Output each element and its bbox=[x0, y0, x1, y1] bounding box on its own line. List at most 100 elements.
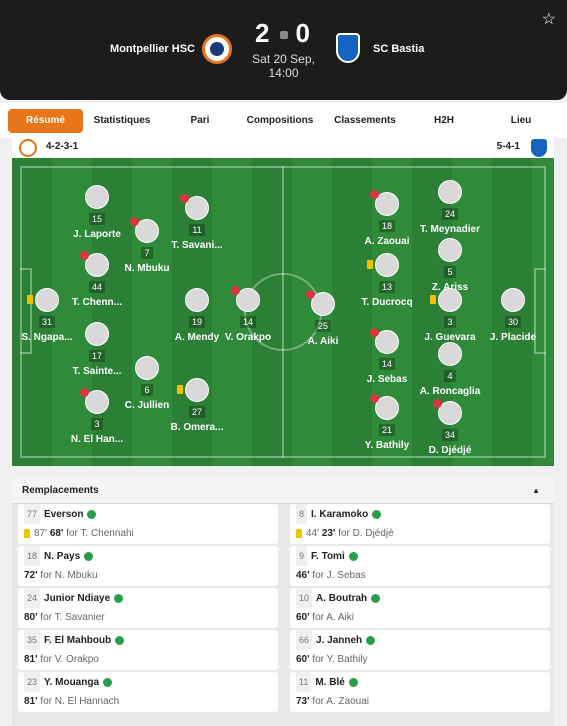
player-number: 14 bbox=[239, 316, 256, 328]
home-substitution[interactable]: 18 N. Pays 72' for N. Mbuku bbox=[18, 546, 278, 586]
score-separator bbox=[279, 31, 288, 40]
player-avatar bbox=[501, 288, 525, 312]
home-player[interactable]: 3 N. El Han... bbox=[57, 388, 137, 445]
player-avatar bbox=[438, 238, 462, 262]
player-avatar bbox=[438, 180, 462, 204]
sub-for-label: for bbox=[312, 696, 324, 707]
away-team-name[interactable]: SC Bastia bbox=[373, 43, 424, 55]
heart-icon bbox=[231, 286, 240, 295]
sub-number: 24 bbox=[24, 588, 41, 608]
sub-number: 35 bbox=[24, 630, 41, 650]
sub-player-out: A. Aiki bbox=[326, 612, 354, 623]
substitution-arrow-icon bbox=[103, 677, 113, 687]
yellow-card-icon bbox=[296, 528, 302, 538]
away-substitution[interactable]: 9 F. Tomi 46' for J. Sebas bbox=[290, 546, 550, 586]
sub-number: 77 bbox=[24, 504, 41, 524]
sub-player-in: I. Karamoko bbox=[311, 509, 369, 520]
player-avatar bbox=[80, 251, 109, 277]
away-player[interactable]: 34 D. Djédjé bbox=[410, 399, 490, 456]
player-number: 11 bbox=[189, 224, 205, 236]
sub-for-label: for bbox=[40, 654, 52, 665]
sub-for-label: for bbox=[66, 528, 78, 539]
substitution-arrow-icon bbox=[366, 635, 376, 645]
sub-minute: 60' bbox=[296, 612, 310, 623]
substitution-arrow-icon bbox=[114, 593, 124, 603]
sub-number: 18 bbox=[24, 546, 41, 566]
sub-player-out: T. Savanier bbox=[54, 612, 105, 623]
sub-player-out: A. Zaouai bbox=[326, 696, 370, 707]
home-player[interactable]: 27 B. Omera... bbox=[157, 378, 237, 433]
tab-lieu[interactable]: Lieu bbox=[486, 109, 556, 133]
sub-player-in: F. Tomi bbox=[311, 551, 345, 562]
player-number: 31 bbox=[38, 316, 55, 328]
sub-number: 9 bbox=[296, 546, 308, 566]
match-date: Sat 20 Sep, 14:00 bbox=[0, 52, 567, 80]
substitution-arrow-icon bbox=[84, 551, 94, 561]
away-substitution[interactable]: 10 A. Boutrah 60' for A. Aiki bbox=[290, 588, 550, 628]
player-avatar bbox=[433, 399, 462, 425]
match-tabs: Résumé Statistiques Pari Compositions Cl… bbox=[0, 103, 567, 138]
player-number: 14 bbox=[378, 358, 395, 370]
player-avatar bbox=[430, 288, 462, 312]
player-number: 17 bbox=[88, 350, 105, 362]
home-substitution[interactable]: 77 Everson 87' 68' for T. Chennahi bbox=[18, 504, 278, 544]
player-number: 15 bbox=[88, 213, 105, 225]
substitutions-header[interactable]: Remplacements ▲ bbox=[12, 478, 554, 504]
sub-minute: 81' bbox=[24, 654, 38, 665]
sub-number: 23 bbox=[24, 672, 41, 692]
substitution-arrow-icon bbox=[348, 677, 358, 687]
player-number: 24 bbox=[441, 208, 458, 220]
player-number: 25 bbox=[314, 320, 331, 332]
home-substitution[interactable]: 35 F. El Mahboub 81' for V. Orakpo bbox=[18, 630, 278, 670]
away-team-crest[interactable] bbox=[336, 33, 360, 63]
player-number: 30 bbox=[504, 316, 521, 328]
player-number: 13 bbox=[378, 281, 395, 293]
sub-for-label: for bbox=[312, 612, 324, 623]
away-team-crest-small bbox=[531, 139, 547, 157]
substitution-arrow-icon bbox=[372, 509, 382, 519]
home-substitution[interactable]: 23 Y. Mouanga 81' for N. El Hannach bbox=[18, 672, 278, 712]
away-substitution[interactable]: 66 J. Janneh 60' for Y. Bathily bbox=[290, 630, 550, 670]
player-number: 19 bbox=[188, 316, 205, 328]
sub-minute: 60' bbox=[296, 654, 310, 665]
match-header: ☆ Montpellier HSC 20 Sat 20 Sep, 14:00 S… bbox=[0, 0, 567, 100]
tab-statistiques[interactable]: Statistiques bbox=[86, 109, 158, 133]
heart-icon bbox=[370, 328, 379, 337]
heart-icon bbox=[80, 388, 89, 397]
home-player[interactable]: 14 V. Orakpo bbox=[208, 286, 288, 343]
sub-player-out: V. Orakpo bbox=[54, 654, 99, 665]
player-avatar bbox=[367, 253, 399, 277]
away-player[interactable]: 30 J. Placide bbox=[473, 288, 553, 343]
player-number: 44 bbox=[88, 281, 105, 293]
sub-card-minute: 87' bbox=[34, 528, 48, 539]
home-substitution[interactable]: 24 Junior Ndiaye 80' for T. Savanier bbox=[18, 588, 278, 628]
away-substitution[interactable]: 11 M. Blé 73' for A. Zaouai bbox=[290, 672, 550, 712]
home-team-crest-small bbox=[19, 139, 37, 157]
sub-player-in: M. Blé bbox=[315, 677, 345, 688]
away-player[interactable]: 4 A. Roncaglia bbox=[410, 342, 490, 397]
tab-compositions[interactable]: Compositions bbox=[242, 109, 318, 133]
substitution-arrow-icon bbox=[371, 593, 381, 603]
formation-bar: 4-2-3-1 5-4-1 bbox=[12, 138, 554, 158]
heart-icon bbox=[180, 194, 189, 203]
player-number: 7 bbox=[141, 247, 153, 259]
player-number: 21 bbox=[378, 424, 395, 436]
tab-classements[interactable]: Classements bbox=[326, 109, 404, 133]
player-avatar bbox=[185, 288, 209, 312]
tab-resume[interactable]: Résumé bbox=[8, 109, 83, 133]
pitch: 15 J. Laporte 11 T. Savani... 7 N. Mbuku 44… bbox=[12, 158, 554, 466]
sub-player-out: N. Mbuku bbox=[54, 570, 98, 581]
tab-pari[interactable]: Pari bbox=[164, 109, 236, 133]
player-name: N. El Han... bbox=[70, 434, 124, 445]
sub-for-label: for bbox=[40, 612, 52, 623]
player-avatar bbox=[306, 290, 335, 316]
sub-player-out: N. El Hannach bbox=[54, 696, 120, 707]
away-substitution[interactable]: 8 I. Karamoko 44' 23' for D. Djédjé bbox=[290, 504, 550, 544]
chevron-up-icon[interactable]: ▲ bbox=[532, 478, 540, 504]
heart-icon bbox=[80, 251, 89, 260]
away-player[interactable]: 24 T. Meynadier bbox=[410, 180, 490, 235]
player-avatar bbox=[85, 322, 109, 346]
tab-h2h[interactable]: H2H bbox=[410, 109, 478, 133]
home-formation: 4-2-3-1 bbox=[46, 141, 79, 152]
sub-player-out: T. Chennahi bbox=[80, 528, 134, 539]
